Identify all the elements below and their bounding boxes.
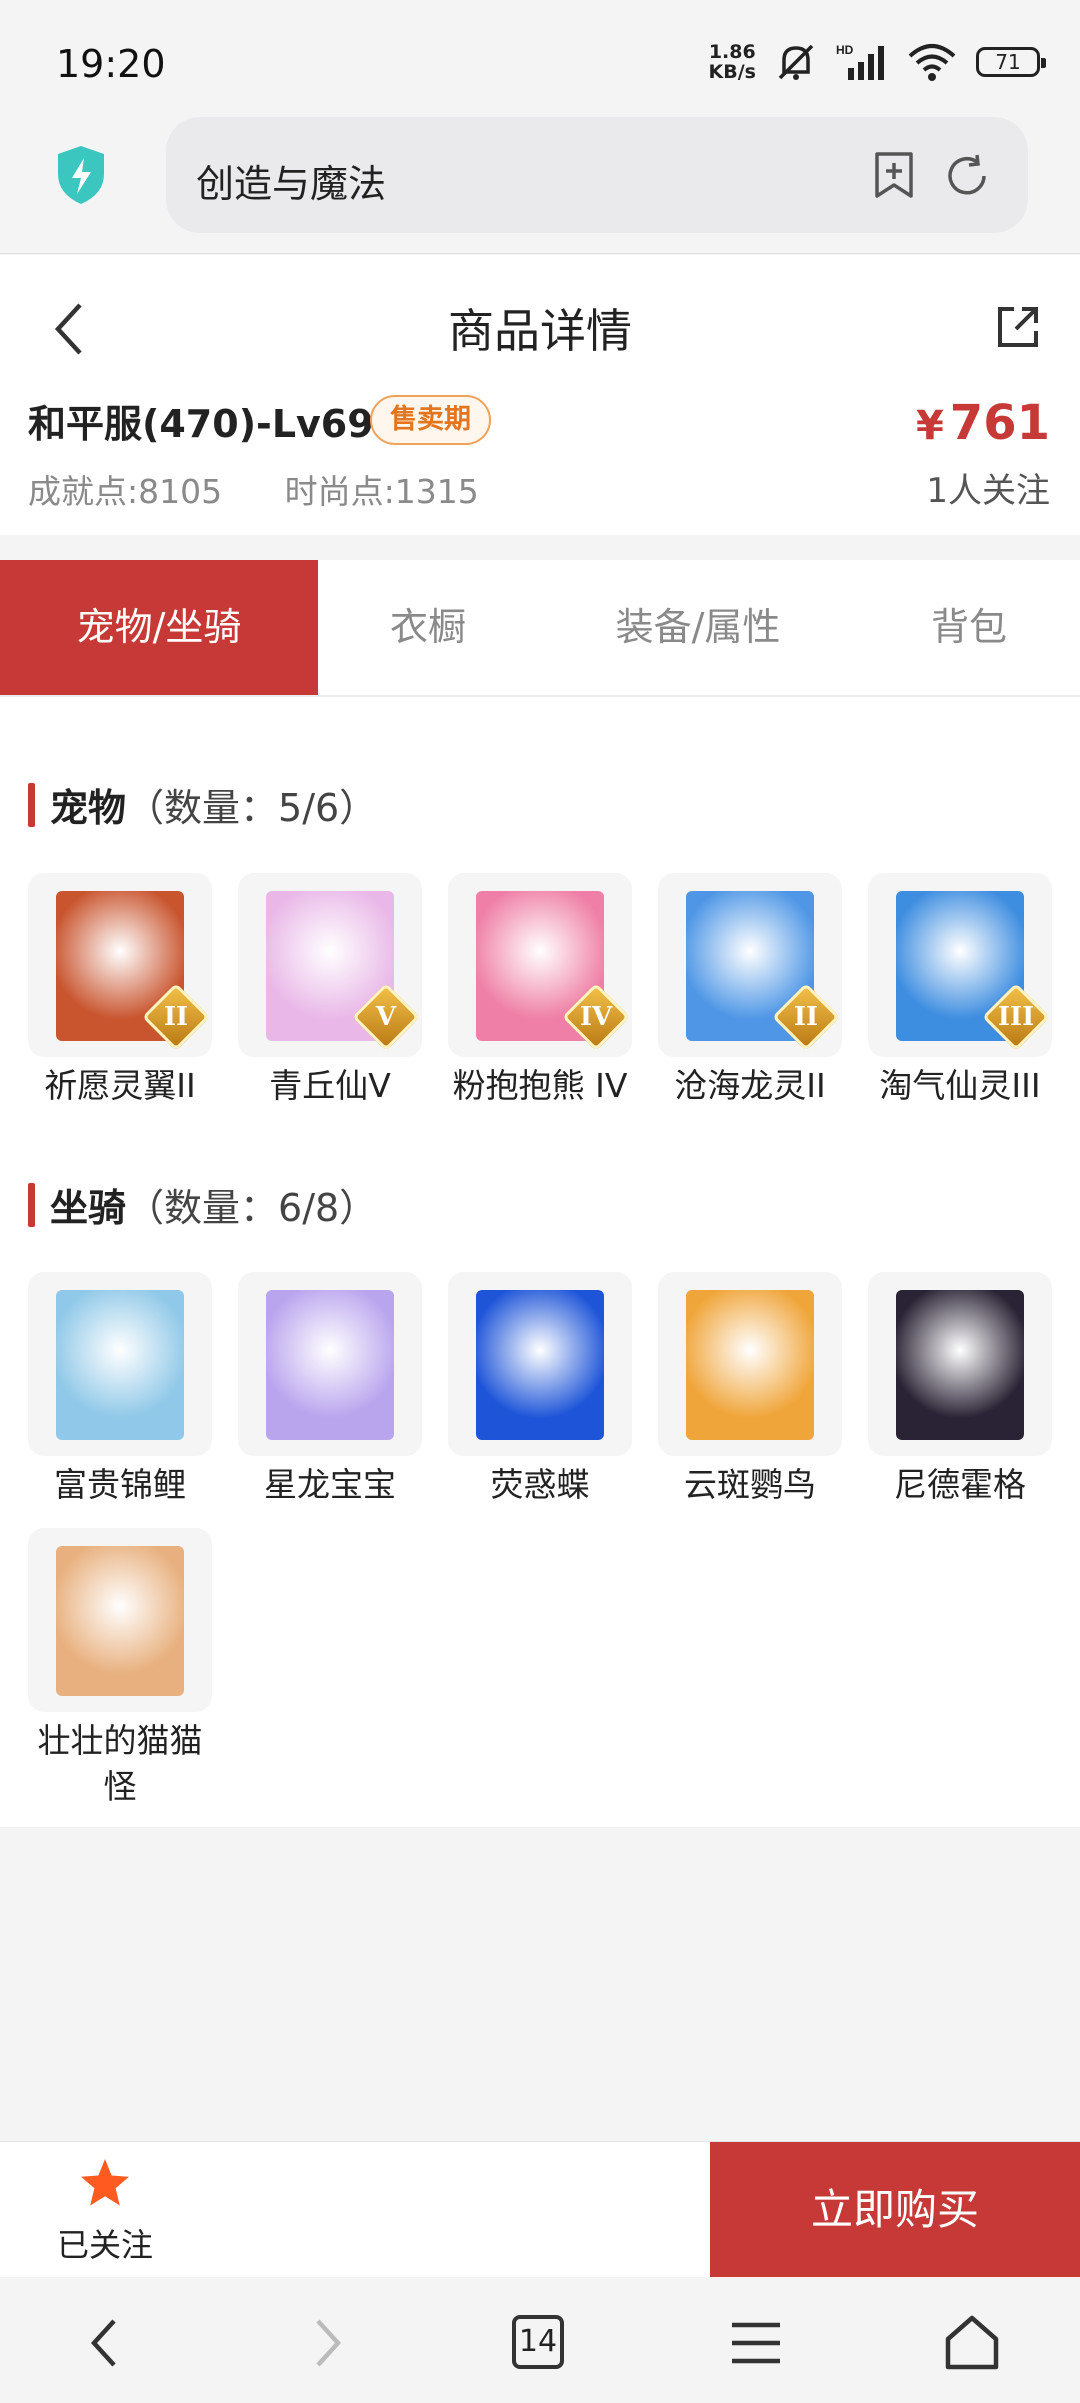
mute-icon <box>778 44 814 80</box>
pets-thumbnail: II <box>658 873 842 1057</box>
item-stats: 成就点:8105 时尚点:1315 <box>28 465 531 513</box>
mounts-card[interactable]: 壮壮的猫猫怪 <box>28 1528 212 1810</box>
address-bar[interactable]: 创造与魔法 <box>166 117 1028 233</box>
mounts-name: 壮壮的猫猫怪 <box>37 1721 203 1806</box>
fashion-points: 时尚点:1315 <box>284 472 479 511</box>
nav-forward-icon[interactable] <box>296 2313 356 2373</box>
mounts-name: 云斑鹦鸟 <box>684 1465 816 1504</box>
price-currency: ¥ <box>915 403 944 449</box>
wifi-icon <box>908 44 956 81</box>
mounts-thumbnail <box>448 1272 632 1456</box>
browser-bar: 创造与魔法 <box>0 112 1080 254</box>
svg-text:HD: HD <box>836 43 854 57</box>
mounts-image <box>266 1290 394 1440</box>
pets-section-title: 宠物（数量：5/6） <box>28 777 377 832</box>
share-icon[interactable] <box>994 303 1042 351</box>
pets-name: 粉抱抱熊 IV <box>452 1066 628 1105</box>
rank-badge-text: IV <box>579 1002 613 1032</box>
mounts-count: （数量：6/8） <box>126 1186 378 1230</box>
signal-icon: HD <box>836 43 884 80</box>
status-bar: 19:20 1.86 KB/s HD 71 <box>0 0 1080 120</box>
mounts-thumbnail <box>28 1528 212 1712</box>
mounts-card[interactable]: 云斑鹦鸟 <box>658 1272 842 1508</box>
follow-label: 已关注 <box>56 2226 153 2264</box>
tab-backpack[interactable]: 背包 <box>858 560 1080 695</box>
add-bookmark-icon[interactable] <box>872 151 916 199</box>
pets-thumbnail: II <box>28 873 212 1057</box>
mounts-name: 荧惑蝶 <box>490 1465 590 1504</box>
tab-pets-mounts[interactable]: 宠物/坐骑 <box>0 560 318 695</box>
pets-card[interactable]: II 沧海龙灵II <box>658 873 842 1109</box>
status-badge: 售卖期 <box>370 395 491 445</box>
mounts-card[interactable]: 富贵锦鲤 <box>28 1272 212 1508</box>
refresh-icon[interactable] <box>944 153 990 199</box>
achievement-points: 成就点:8105 <box>28 472 223 511</box>
tab-bar: 宠物/坐骑 衣橱 装备/属性 背包 <box>0 560 1080 697</box>
pets-name: 青丘仙V <box>269 1066 391 1105</box>
mounts-image <box>56 1290 184 1440</box>
rank-badge-text: V <box>375 1002 397 1032</box>
follow-button[interactable]: 已关注 <box>40 2156 170 2266</box>
buy-now-button[interactable]: 立即购买 <box>710 2142 1080 2278</box>
action-bar: 已关注 立即购买 <box>0 2141 1080 2278</box>
mounts-thumbnail <box>28 1272 212 1456</box>
mounts-image <box>896 1290 1024 1440</box>
mounts-thumbnail <box>658 1272 842 1456</box>
tab-count-button[interactable]: 14 <box>512 2315 564 2369</box>
mounts-thumbnail <box>238 1272 422 1456</box>
mounts-card[interactable]: 荧惑蝶 <box>448 1272 632 1508</box>
pets-thumbnail: V <box>238 873 422 1057</box>
pets-card[interactable]: V 青丘仙V <box>238 873 422 1109</box>
page-title: 商品详情 <box>448 304 632 358</box>
tab-wardrobe[interactable]: 衣橱 <box>318 560 538 695</box>
status-icons: 1.86 KB/s HD 71 <box>709 38 1046 86</box>
pets-name: 淘气仙灵III <box>879 1066 1041 1105</box>
tab-equipment[interactable]: 装备/属性 <box>538 560 858 695</box>
mounts-image <box>686 1290 814 1440</box>
pets-name: 祈愿灵翼II <box>44 1066 196 1105</box>
follower-count: 1人关注 <box>926 471 1050 511</box>
mounts-card[interactable]: 星龙宝宝 <box>238 1272 422 1508</box>
mounts-card[interactable]: 尼德霍格 <box>868 1272 1052 1508</box>
pets-card[interactable]: IV 粉抱抱熊 IV <box>448 873 632 1109</box>
network-speed: 1.86 KB/s <box>709 42 756 82</box>
mounts-image <box>56 1546 184 1696</box>
nav-back-icon[interactable] <box>76 2313 136 2373</box>
mounts-image <box>476 1290 604 1440</box>
browser-nav-bar: 14 <box>0 2277 1080 2403</box>
mounts-section-title: 坐骑（数量：6/8） <box>28 1177 377 1232</box>
price-value: 761 <box>949 395 1050 451</box>
pets-name: 沧海龙灵II <box>674 1066 826 1105</box>
star-icon <box>81 2159 129 2206</box>
address-bar-text[interactable]: 创造与魔法 <box>196 153 386 208</box>
rank-badge-text: II <box>793 1002 819 1032</box>
network-speed-unit: KB/s <box>708 61 756 83</box>
item-price: ¥761 <box>916 395 1050 451</box>
network-speed-value: 1.86 <box>708 41 756 63</box>
pets-thumbnail: IV <box>448 873 632 1057</box>
status-time: 19:20 <box>56 42 166 86</box>
mounts-name: 星龙宝宝 <box>264 1465 396 1504</box>
pets-card[interactable]: III 淘气仙灵III <box>868 873 1052 1109</box>
battery-indicator: 71 <box>976 47 1046 77</box>
home-icon[interactable] <box>942 2313 1002 2373</box>
mounts-name: 尼德霍格 <box>894 1465 1026 1504</box>
mounts-name: 富贵锦鲤 <box>54 1465 186 1504</box>
rank-badge-text: II <box>163 1002 189 1032</box>
menu-icon[interactable] <box>726 2313 786 2373</box>
product-header: 商品详情 和平服(470)-Lv69 售卖期 ¥761 成就点:8105 时尚点… <box>0 255 1080 535</box>
pets-card[interactable]: II 祈愿灵翼II <box>28 873 212 1109</box>
pets-count: （数量：5/6） <box>126 786 378 830</box>
pets-thumbnail: III <box>868 873 1052 1057</box>
item-name: 和平服(470)-Lv69 <box>28 402 374 446</box>
mounts-thumbnail <box>868 1272 1052 1456</box>
content-panel: 宠物（数量：5/6） II 祈愿灵翼II V 青丘仙V IV 粉抱抱熊 IV II 沧海龙灵I… <box>0 697 1080 1827</box>
rank-badge-text: III <box>997 1002 1035 1032</box>
security-shield-icon[interactable] <box>54 144 108 206</box>
